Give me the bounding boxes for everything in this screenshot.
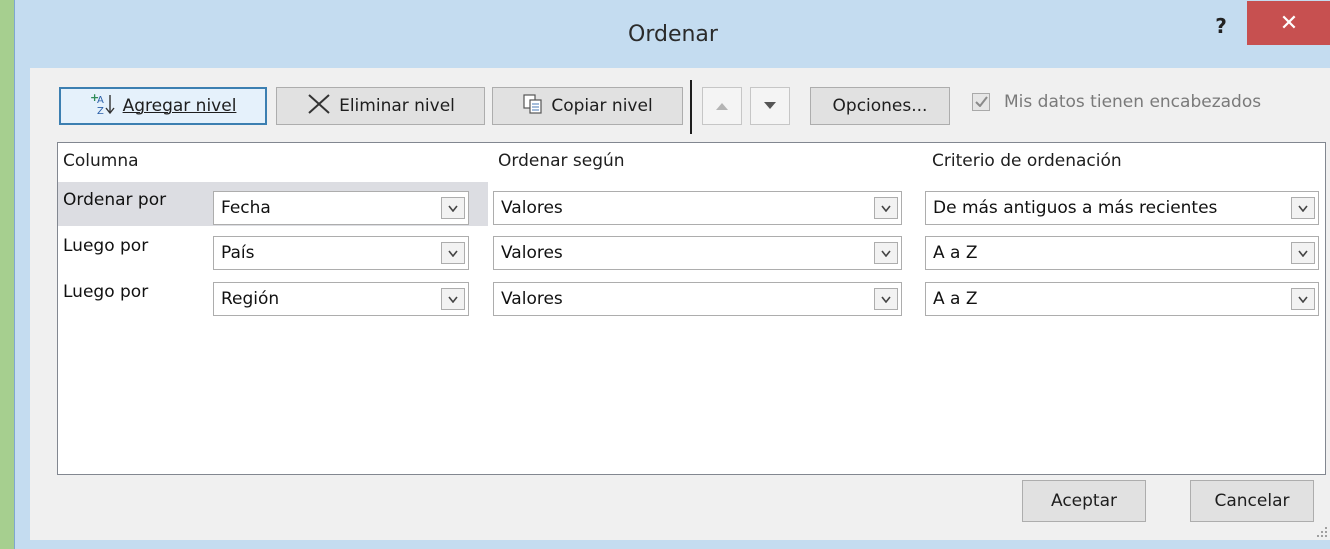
- move-up-button[interactable]: [702, 87, 742, 125]
- sort-on-select-row-2[interactable]: Valores: [493, 236, 902, 270]
- svg-text:Z: Z: [97, 106, 104, 116]
- chevron-down-icon[interactable]: [441, 197, 465, 219]
- sort-dialog: Ordenar ? ✕ + A Z Agregar nivel Eliminar…: [14, 0, 1330, 549]
- column-select-row-3[interactable]: Región: [213, 282, 469, 316]
- close-button[interactable]: ✕: [1247, 1, 1330, 45]
- delete-level-label: Eliminar nivel: [339, 96, 455, 116]
- move-down-button[interactable]: [750, 87, 790, 125]
- has-headers-option[interactable]: Mis datos tienen encabezados: [972, 92, 1261, 112]
- copy-level-label: Copiar nivel: [551, 96, 653, 116]
- order-select-value: De más antiguos a más recientes: [933, 198, 1218, 218]
- row-label-then-by: Luego por: [63, 236, 149, 256]
- sort-on-select-value: Valores: [501, 289, 563, 309]
- options-label: Opciones...: [832, 96, 928, 116]
- dialog-client-area: + A Z Agregar nivel Eliminar nivel Copia…: [30, 68, 1330, 540]
- header-column: Columna: [63, 151, 139, 171]
- chevron-down-icon[interactable]: [1291, 242, 1315, 264]
- sort-levels-grid: Columna Ordenar según Criterio de ordena…: [57, 142, 1326, 475]
- dialog-title: Ordenar: [628, 22, 718, 47]
- order-select-row-3[interactable]: A a Z: [925, 282, 1319, 316]
- chevron-down-icon[interactable]: [874, 197, 898, 219]
- ok-button[interactable]: Aceptar: [1022, 480, 1146, 522]
- column-select-value: País: [221, 243, 255, 263]
- sort-on-select-row-3[interactable]: Valores: [493, 282, 902, 316]
- order-select-row-1[interactable]: De más antiguos a más recientes: [925, 191, 1319, 225]
- copy-level-button[interactable]: Copiar nivel: [492, 87, 683, 125]
- triangle-down-icon: [763, 96, 777, 116]
- chevron-down-icon[interactable]: [1291, 197, 1315, 219]
- row-label-sort-by: Ordenar por: [63, 190, 167, 210]
- triangle-up-icon: [715, 96, 729, 116]
- sort-on-select-value: Valores: [501, 198, 563, 218]
- sort-on-select-value: Valores: [501, 243, 563, 263]
- add-level-label: Agregar nivel: [122, 96, 237, 116]
- has-headers-label: Mis datos tienen encabezados: [1004, 92, 1262, 112]
- resize-grip-icon[interactable]: [1315, 524, 1329, 538]
- checkmark-icon: [974, 92, 988, 112]
- has-headers-checkbox[interactable]: [972, 93, 990, 111]
- order-select-row-2[interactable]: A a Z: [925, 236, 1319, 270]
- header-sort-on: Ordenar según: [498, 151, 625, 171]
- sort-az-add-icon: + A Z: [90, 91, 116, 121]
- title-bar[interactable]: Ordenar ? ✕: [15, 0, 1330, 75]
- cancel-button[interactable]: Cancelar: [1190, 480, 1314, 522]
- chevron-down-icon[interactable]: [441, 288, 465, 310]
- order-select-value: A a Z: [933, 289, 978, 309]
- delete-level-button[interactable]: Eliminar nivel: [276, 87, 485, 125]
- help-button[interactable]: ?: [1211, 14, 1231, 42]
- chevron-down-icon[interactable]: [441, 242, 465, 264]
- column-select-row-1[interactable]: Fecha: [213, 191, 469, 225]
- order-select-value: A a Z: [933, 243, 978, 263]
- chevron-down-icon[interactable]: [1291, 288, 1315, 310]
- header-order: Criterio de ordenación: [932, 151, 1122, 171]
- chevron-down-icon[interactable]: [874, 242, 898, 264]
- column-select-value: Región: [221, 289, 280, 309]
- svg-text:A: A: [97, 95, 104, 106]
- copy-icon: [522, 93, 544, 120]
- column-select-row-2[interactable]: País: [213, 236, 469, 270]
- chevron-down-icon[interactable]: [874, 288, 898, 310]
- add-level-button[interactable]: + A Z Agregar nivel: [59, 87, 267, 125]
- toolbar-separator: [690, 80, 692, 134]
- options-button[interactable]: Opciones...: [810, 87, 950, 125]
- sort-on-select-row-1[interactable]: Valores: [493, 191, 902, 225]
- delete-x-icon: [306, 93, 332, 120]
- column-select-value: Fecha: [221, 198, 271, 218]
- row-label-then-by: Luego por: [63, 282, 149, 302]
